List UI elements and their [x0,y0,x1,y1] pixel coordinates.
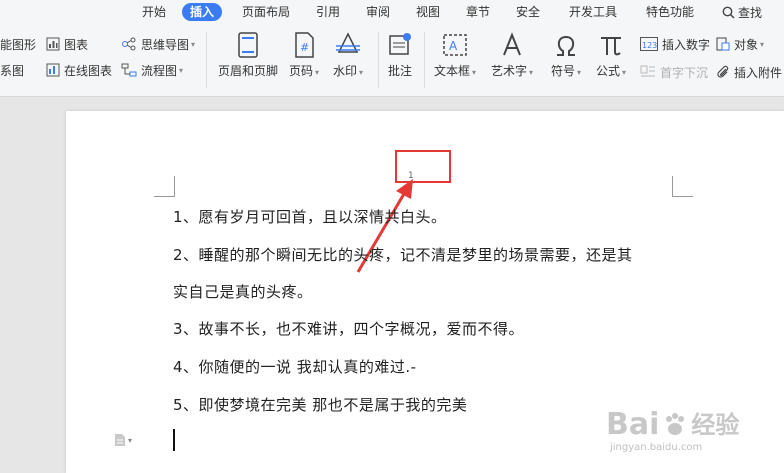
tab-page-layout[interactable]: 页面布局 [242,3,290,21]
header-footer-icon [238,32,258,58]
document-icon [115,434,125,446]
chart-button[interactable]: 图表 [46,35,88,53]
chart-icon [46,37,60,51]
ribbon-divider [378,32,379,88]
margin-corner-top-right [672,176,693,197]
chevron-down-icon: ▾ [191,39,196,49]
page-number-button[interactable]: # 页码 ▾ [289,32,319,79]
pi-icon [601,37,622,56]
online-chart-button[interactable]: 在线图表 [46,61,112,79]
tab-home[interactable]: 开始 [142,3,166,21]
svg-text:A: A [449,39,458,53]
watermark-brand: Bai [606,407,660,442]
flowchart-button[interactable]: 流程图 ▾ [121,61,183,79]
search-button[interactable]: 查找 [722,3,762,21]
search-icon [722,6,735,19]
symbol-button[interactable]: 符号 ▾ [551,32,581,79]
drop-cap-button[interactable]: 首字下沉 [640,63,708,81]
watermark-button[interactable]: 水印 ▾ [333,32,363,79]
paw-icon [666,413,685,435]
chevron-down-icon: ▾ [179,65,184,75]
insert-number-button[interactable]: 123 插入数字 [640,35,710,53]
ribbon-divider [424,32,425,88]
paragraph-line[interactable]: 实自己是真的头疼。 [173,281,313,302]
paperclip-icon [717,65,729,78]
chevron-down-icon: ▾ [760,39,765,49]
smart-shape-button[interactable]: 能图形 [0,35,36,53]
object-button[interactable]: 对象 ▾ [716,35,764,53]
flowchart-icon [121,63,137,77]
wordart-button[interactable]: 艺术字 ▾ [491,32,533,79]
chevron-down-icon: ▾ [622,68,627,77]
paragraph-menu-button[interactable]: ▾ [114,433,132,447]
tab-insert[interactable]: 插入 [182,3,223,21]
chevron-down-icon: ▾ [472,68,477,77]
textbox-button[interactable]: A 文本框 ▾ [434,32,476,79]
text-cursor [173,429,175,451]
svg-text:123: 123 [642,41,657,50]
watermark-brand-cn: 经验 [691,411,740,439]
chevron-down-icon: ▾ [128,435,133,445]
wordart-icon [503,32,521,56]
tab-features[interactable]: 特色功能 [646,3,694,21]
online-chart-icon [46,63,60,77]
page-number-icon: # [295,32,314,58]
number-icon: 123 [640,37,658,51]
relation-chart-button[interactable]: 系图 [0,61,24,79]
paragraph-line[interactable]: 3、故事不长，也不难讲，四个字概况，爱而不得。 [173,318,524,339]
mindmap-button[interactable]: 思维导图 ▾ [121,35,195,53]
tab-security[interactable]: 安全 [516,3,540,21]
chevron-down-icon: ▾ [529,68,534,77]
watermark-icon [336,32,361,53]
textbox-icon: A [443,34,467,56]
search-label: 查找 [738,5,763,20]
drop-cap-icon [640,65,655,77]
chevron-down-icon: ▾ [577,68,582,77]
svg-text:#: # [300,41,309,54]
omega-icon [557,35,576,56]
tab-review[interactable]: 审阅 [366,3,390,21]
paragraph-line[interactable]: 1、愿有岁月可回首，且以深情共白头。 [173,206,447,227]
tab-view[interactable]: 视图 [416,3,440,21]
comment-button[interactable]: 批注 [388,32,412,79]
paragraph-line[interactable]: 5、即使梦境在完美 那也不是属于我的完美 [173,394,467,415]
formula-button[interactable]: 公式 ▾ [596,32,626,79]
insert-attachment-button[interactable]: 插入附件 [716,63,782,81]
menu-tabs: 开始 插入 页面布局 引用 审阅 视图 章节 安全 开发工具 特色功能 查找 [0,0,784,24]
chevron-down-icon: ▾ [359,68,364,77]
watermark-url: jingyan.baidu.com [610,442,703,453]
paragraph-line[interactable]: 2、睡醒的那个瞬间无比的头疼，记不清是梦里的场景需要，还是其 [173,244,633,265]
ribbon-toolbar: 能图形 系图 图表 在线图表 思维导图 ▾ 流程图 ▾ 页眉和页脚 # 页码 ▾ 水印… [0,24,784,97]
tab-developer[interactable]: 开发工具 [569,3,617,21]
tab-references[interactable]: 引用 [316,3,340,21]
tab-chapter[interactable]: 章节 [466,3,490,21]
baidu-watermark: Bai 经验 jingyan.baidu.com [606,407,740,454]
chevron-down-icon: ▾ [315,68,320,77]
ribbon-divider [206,32,207,88]
header-footer-button[interactable]: 页眉和页脚 [218,32,278,79]
paragraph-line[interactable]: 4、你随便的一说 我却认真的难过.- [173,356,417,377]
mindmap-icon [122,37,136,51]
object-icon [716,37,730,51]
comment-icon [389,33,411,55]
